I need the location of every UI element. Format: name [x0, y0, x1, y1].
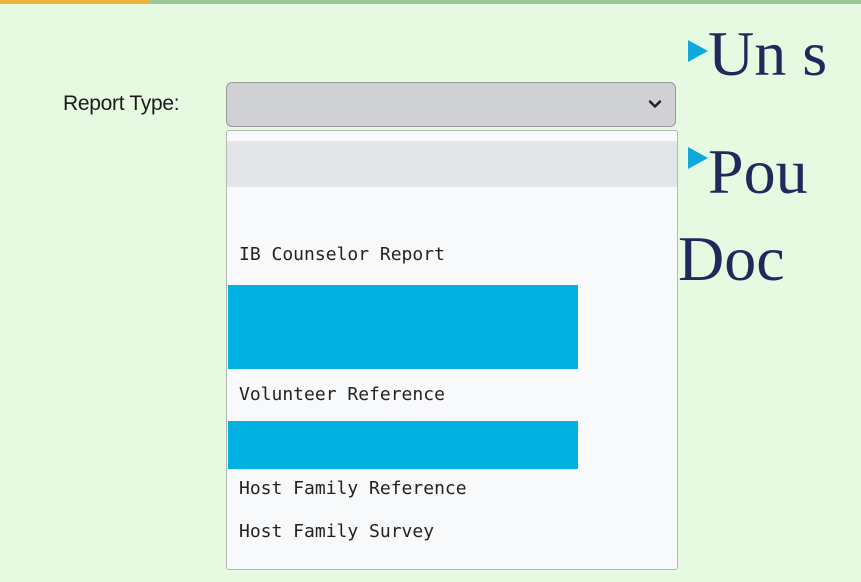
slide-text-line: Pou [708, 136, 808, 207]
dropdown-option-blank[interactable] [227, 141, 677, 187]
slide-bullet-arrow [688, 40, 708, 62]
dropdown-option-host-family-reference[interactable]: Host Family Reference [227, 473, 677, 505]
slide-text-line: Doc [678, 223, 785, 294]
report-type-label: Report Type: [63, 92, 180, 115]
slide-bullet-arrow [688, 147, 708, 169]
slide-text-line: Un s [708, 18, 828, 89]
top-border-accent [0, 0, 150, 4]
report-type-dropdown-list: IB Counselor Report Volunteer Reference … [226, 130, 678, 570]
redacted-option[interactable] [228, 421, 578, 469]
dropdown-option-host-family-survey[interactable]: Host Family Survey [227, 516, 677, 548]
report-type-select[interactable] [226, 82, 676, 127]
chevron-down-icon[interactable] [647, 96, 663, 112]
redacted-option[interactable] [228, 285, 578, 369]
dropdown-option-volunteer-reference[interactable]: Volunteer Reference [227, 379, 677, 411]
dropdown-option-ib-counselor-report[interactable]: IB Counselor Report [227, 239, 677, 271]
